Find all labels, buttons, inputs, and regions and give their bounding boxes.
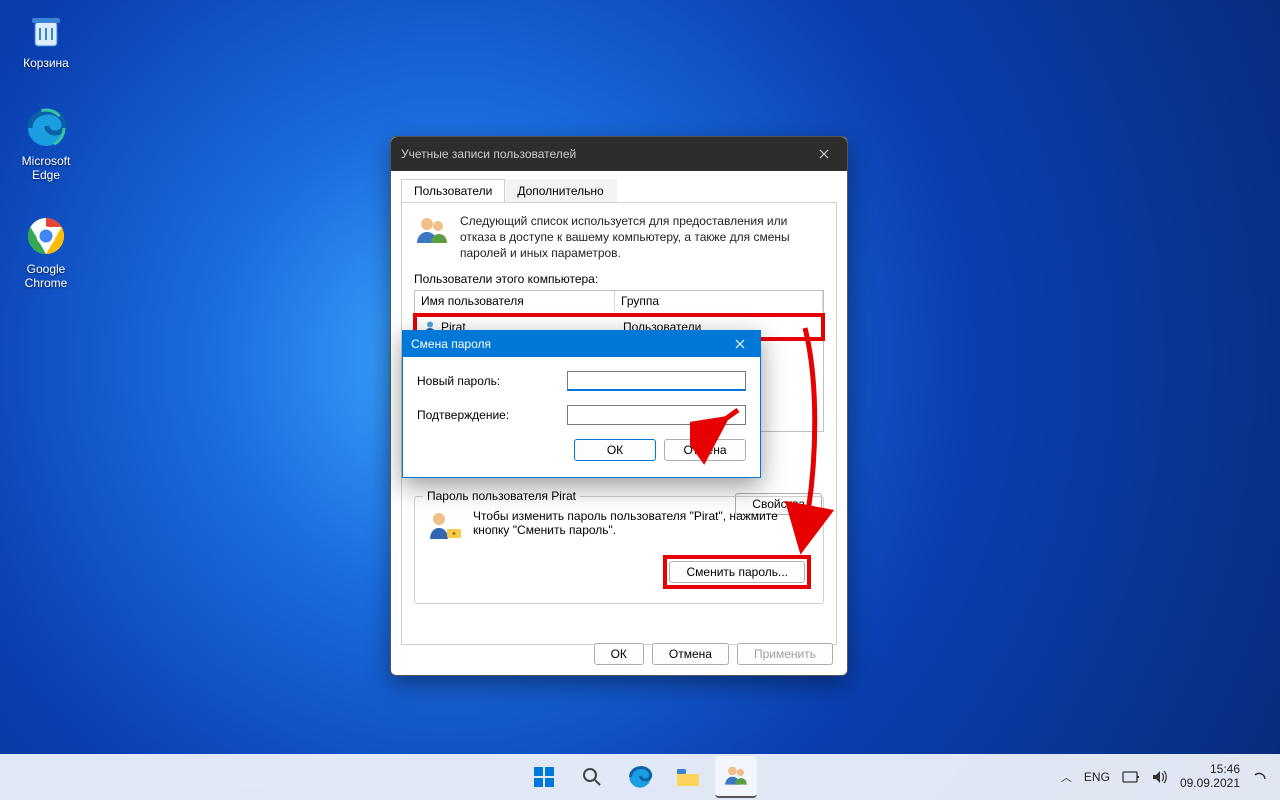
- taskbar: ︿ ENG 15:46 09.09.2021: [0, 754, 1280, 800]
- close-button[interactable]: [720, 331, 760, 357]
- desktop-icon-label: Google Chrome: [8, 262, 84, 290]
- close-icon: [819, 149, 829, 159]
- windows-icon: [532, 765, 556, 789]
- volume-icon[interactable]: [1152, 770, 1168, 784]
- edge-icon: [627, 764, 653, 790]
- desktop-icon-recycle[interactable]: Корзина: [8, 6, 84, 70]
- change-password-dialog: Смена пароля Новый пароль: Подтверждение…: [402, 330, 761, 478]
- password-text: Чтобы изменить пароль пользователя "Pira…: [473, 509, 811, 545]
- intro-text: Следующий список используется для предос…: [460, 213, 824, 262]
- time: 15:46: [1180, 763, 1240, 777]
- recycle-bin-icon: [22, 6, 70, 54]
- users-list-label: Пользователи этого компьютера:: [414, 272, 824, 286]
- key-icon: [427, 509, 463, 545]
- column-username[interactable]: Имя пользователя: [415, 291, 615, 311]
- tab-users[interactable]: Пользователи: [401, 179, 505, 202]
- users-icon: [723, 763, 749, 789]
- taskbar-edge[interactable]: [619, 756, 661, 798]
- apply-button: Применить: [737, 643, 833, 665]
- search-button[interactable]: [571, 756, 613, 798]
- taskbar-user-accounts[interactable]: [715, 756, 757, 798]
- desktop-icon-label: Корзина: [8, 56, 84, 70]
- ok-button[interactable]: ОК: [594, 643, 644, 665]
- password-group-legend: Пароль пользователя Pirat: [423, 489, 580, 503]
- new-password-label: Новый пароль:: [417, 374, 567, 388]
- tab-advanced[interactable]: Дополнительно: [504, 179, 616, 202]
- language-indicator[interactable]: ENG: [1084, 770, 1110, 784]
- change-password-button[interactable]: Сменить пароль...: [669, 561, 805, 583]
- window-title: Учетные записи пользователей: [401, 147, 576, 161]
- column-group[interactable]: Группа: [615, 291, 823, 311]
- edge-icon: [22, 104, 70, 152]
- dialog-title: Смена пароля: [411, 337, 491, 351]
- clock[interactable]: 15:46 09.09.2021: [1180, 763, 1240, 791]
- desktop-icon-label: Microsoft Edge: [8, 154, 84, 182]
- folder-icon: [675, 765, 701, 789]
- highlighted-change-password: Сменить пароль...: [663, 555, 811, 589]
- cancel-button[interactable]: Отмена: [664, 439, 746, 461]
- cancel-button[interactable]: Отмена: [652, 643, 729, 665]
- network-icon[interactable]: [1122, 770, 1140, 784]
- desktop-icon-edge[interactable]: Microsoft Edge: [8, 104, 84, 182]
- start-button[interactable]: [523, 756, 565, 798]
- chrome-icon: [22, 212, 70, 260]
- titlebar[interactable]: Смена пароля: [403, 331, 760, 357]
- close-button[interactable]: [801, 137, 847, 171]
- new-password-input[interactable]: [567, 371, 746, 391]
- search-icon: [581, 766, 603, 788]
- confirm-password-label: Подтверждение:: [417, 408, 567, 422]
- close-icon: [735, 339, 745, 349]
- ok-button[interactable]: ОК: [574, 439, 656, 461]
- confirm-password-input[interactable]: [567, 405, 746, 425]
- date: 09.09.2021: [1180, 777, 1240, 791]
- taskbar-explorer[interactable]: [667, 756, 709, 798]
- desktop-icon-chrome[interactable]: Google Chrome: [8, 212, 84, 290]
- titlebar[interactable]: Учетные записи пользователей: [391, 137, 847, 171]
- notifications-icon[interactable]: [1252, 769, 1268, 785]
- tray-overflow[interactable]: ︿: [1061, 769, 1072, 785]
- users-icon: [414, 213, 450, 249]
